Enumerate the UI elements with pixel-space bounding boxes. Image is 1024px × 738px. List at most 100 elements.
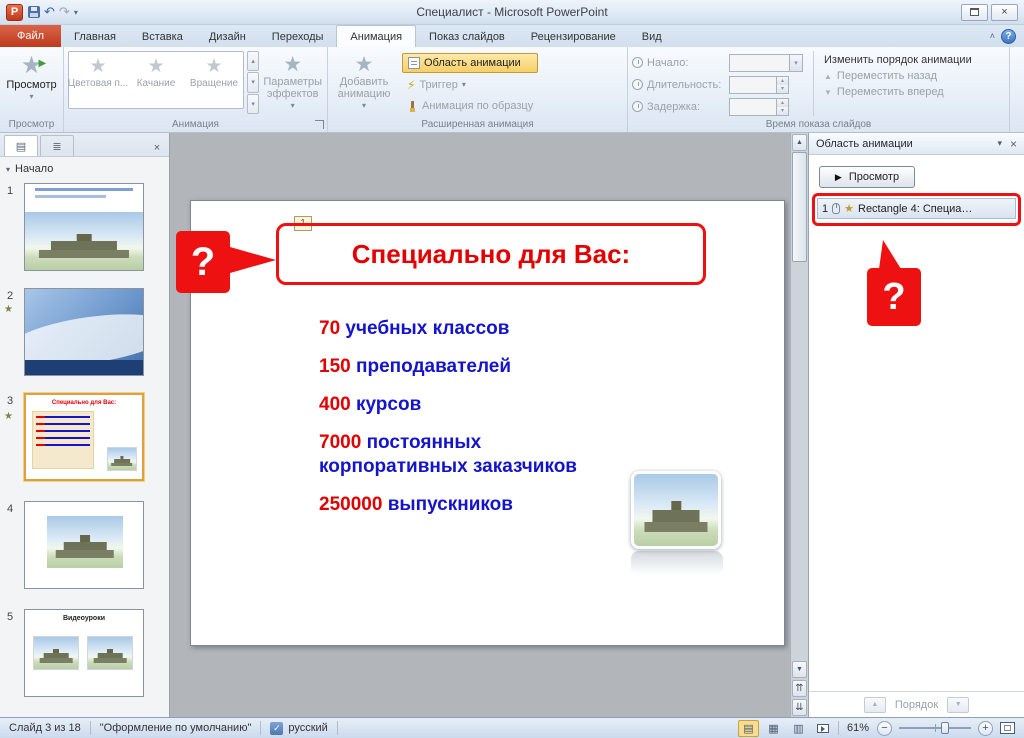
start-icon bbox=[632, 57, 643, 68]
move-later-button[interactable]: ▼ Переместить вперед bbox=[824, 86, 972, 98]
view-normal-button[interactable]: ▤ bbox=[738, 720, 759, 737]
pane-close-icon[interactable]: × bbox=[1010, 137, 1017, 151]
restore-button[interactable] bbox=[961, 4, 988, 21]
help-icon[interactable]: ? bbox=[1001, 29, 1016, 44]
tab-view[interactable]: Вид bbox=[629, 25, 675, 47]
move-earlier-label: Переместить назад bbox=[837, 70, 937, 82]
animation-painter-button[interactable]: Анимация по образцу bbox=[402, 96, 538, 116]
sorter-view-icon: ▦ bbox=[768, 722, 778, 735]
slide-5-thumbnail[interactable]: Видеоуроки bbox=[24, 609, 144, 697]
slides-tab-icon: ▤ bbox=[16, 140, 26, 153]
thumbnail-text-block bbox=[32, 411, 94, 469]
slide-1-thumbnail[interactable] bbox=[24, 183, 144, 271]
pane-menu-icon[interactable]: ▾ bbox=[997, 138, 1002, 149]
start-combobox[interactable]: ▾ bbox=[729, 54, 803, 72]
slide-counter[interactable]: Слайд 3 из 18 bbox=[0, 722, 90, 734]
question-mark: ? bbox=[882, 276, 905, 319]
duration-spinner[interactable]: ▴▾ bbox=[729, 76, 789, 94]
zoom-in-button[interactable]: + bbox=[978, 721, 993, 736]
animation-pane-button[interactable]: Область анимации bbox=[402, 53, 538, 73]
add-animation-button[interactable]: ★ Добавить анимацию ▾ bbox=[332, 51, 396, 116]
effect-options-label: Параметры эффектов bbox=[263, 76, 322, 100]
tab-animations[interactable]: Анимация bbox=[336, 25, 416, 47]
next-slide-button[interactable]: ⇊ bbox=[792, 699, 807, 716]
scroll-up-button[interactable]: ▲ bbox=[792, 134, 807, 151]
save-icon[interactable] bbox=[28, 6, 40, 18]
view-reading-button[interactable]: ▥ bbox=[788, 720, 809, 737]
delay-spinner[interactable]: ▴▾ bbox=[729, 98, 789, 116]
tab-slides[interactable]: ▤ bbox=[4, 135, 38, 156]
close-pane-icon[interactable]: × bbox=[149, 140, 165, 156]
gallery-scroll-down-button[interactable]: ▾ bbox=[247, 72, 259, 92]
view-slideshow-button[interactable] bbox=[813, 720, 834, 737]
zoom-slider[interactable] bbox=[899, 727, 971, 729]
animation-play-button[interactable]: ▶ Просмотр bbox=[819, 166, 915, 188]
animation-item-highlight-box: 1 ★ Rectangle 4: Специа… bbox=[812, 193, 1021, 226]
animation-effect-colorpulse[interactable]: ★ Цветовая п... bbox=[69, 52, 127, 108]
item-text: преподавателей bbox=[356, 356, 511, 377]
zoom-out-button[interactable]: − bbox=[877, 721, 892, 736]
minimize-ribbon-icon[interactable]: ˄ bbox=[990, 31, 995, 41]
title-bar: P ↶ ↷ ▾ Специалист - Microsoft PowerPoin… bbox=[0, 0, 1024, 25]
redo-icon[interactable]: ↷ bbox=[59, 6, 70, 18]
order-up-button[interactable]: ▲ bbox=[864, 697, 886, 713]
effect-options-button[interactable]: ★ Параметры эффектов ▾ bbox=[262, 51, 323, 114]
tab-transitions[interactable]: Переходы bbox=[259, 25, 337, 47]
item-number: 150 bbox=[319, 356, 351, 377]
collapse-triangle-icon: ▾ bbox=[6, 165, 10, 174]
tab-outline[interactable]: ≣ bbox=[40, 135, 74, 156]
language-status[interactable]: ✓ русский bbox=[261, 722, 336, 735]
powerpoint-logo-icon[interactable]: P bbox=[6, 4, 23, 21]
animation-effect-spin[interactable]: ★ Вращение bbox=[185, 52, 243, 108]
previous-slide-button[interactable]: ⇈ bbox=[792, 680, 807, 697]
order-down-button[interactable]: ▼ bbox=[947, 697, 969, 713]
title-highlight-box[interactable]: Специально для Вас: bbox=[276, 223, 706, 285]
view-sorter-button[interactable]: ▦ bbox=[763, 720, 784, 737]
question-callout-pane: ? bbox=[867, 268, 921, 326]
slide-body-textbox[interactable]: 70 учебных классов 150 преподавателей 40… bbox=[319, 317, 619, 531]
preview-button[interactable]: ★▶ Просмотр ▾ bbox=[4, 51, 59, 105]
window-title: Специалист - Microsoft PowerPoint bbox=[0, 5, 1024, 19]
tab-home[interactable]: Главная bbox=[61, 25, 129, 47]
scrollbar-thumb[interactable] bbox=[792, 152, 807, 262]
ribbon-group-preview: ★▶ Просмотр ▾ Просмотр bbox=[0, 47, 64, 132]
tab-review[interactable]: Рецензирование bbox=[518, 25, 629, 47]
slide-picture[interactable] bbox=[631, 471, 723, 575]
trigger-button[interactable]: ⚡ Триггер ▾ bbox=[402, 75, 538, 95]
editor-scrollbar[interactable]: ▲ ▼ ⇈ ⇊ bbox=[790, 133, 808, 717]
move-earlier-button[interactable]: ▲ Переместить назад bbox=[824, 70, 972, 82]
slide-number: 2 bbox=[7, 290, 13, 302]
plus-icon: + bbox=[982, 723, 988, 733]
building-image bbox=[107, 447, 137, 471]
tab-insert[interactable]: Вставка bbox=[129, 25, 196, 47]
undo-icon[interactable]: ↶ bbox=[44, 6, 55, 18]
dialog-launcher-icon[interactable] bbox=[315, 120, 324, 129]
slide-3-thumbnail[interactable]: Специально для Вас: bbox=[24, 393, 144, 481]
quick-access-toolbar: ↶ ↷ ▾ bbox=[28, 6, 78, 18]
slide-number: 5 bbox=[7, 611, 13, 623]
animation-list-item[interactable]: 1 ★ Rectangle 4: Специа… bbox=[817, 198, 1016, 219]
current-slide-canvas[interactable]: 1 Специально для Вас: 70 учебных классов… bbox=[190, 200, 785, 646]
zoom-slider-thumb[interactable] bbox=[941, 722, 949, 734]
ribbon-group-advanced-animation: ★ Добавить анимацию ▾ Область анимации ⚡… bbox=[328, 47, 628, 132]
gallery-scroll-up-button[interactable]: ▴ bbox=[247, 51, 259, 71]
scroll-down-button[interactable]: ▼ bbox=[792, 661, 807, 678]
spellcheck-icon: ✓ bbox=[270, 722, 283, 735]
add-animation-label: Добавить анимацию bbox=[333, 76, 395, 100]
gallery-more-button[interactable]: ▾ bbox=[247, 94, 259, 114]
section-header[interactable]: ▾ Начало bbox=[0, 157, 169, 175]
down-arrow-icon: ▼ bbox=[796, 666, 803, 673]
fit-to-window-button[interactable] bbox=[997, 720, 1018, 737]
tab-file[interactable]: Файл bbox=[0, 25, 61, 47]
slide-4-thumbnail[interactable] bbox=[24, 501, 144, 589]
slide-2-thumbnail[interactable] bbox=[24, 288, 144, 376]
theme-name[interactable]: "Оформление по умолчанию" bbox=[91, 722, 261, 734]
zoom-level[interactable]: 61% bbox=[843, 722, 873, 734]
preview-button-label: Просмотр bbox=[6, 79, 56, 91]
tab-slideshow[interactable]: Показ слайдов bbox=[416, 25, 518, 47]
tab-design[interactable]: Дизайн bbox=[196, 25, 259, 47]
chevron-down-icon: ▾ bbox=[291, 100, 295, 112]
animation-effect-teeter[interactable]: ★ Качание bbox=[127, 52, 185, 108]
close-button[interactable]: × bbox=[991, 4, 1018, 21]
qat-dropdown-icon[interactable]: ▾ bbox=[74, 8, 78, 17]
